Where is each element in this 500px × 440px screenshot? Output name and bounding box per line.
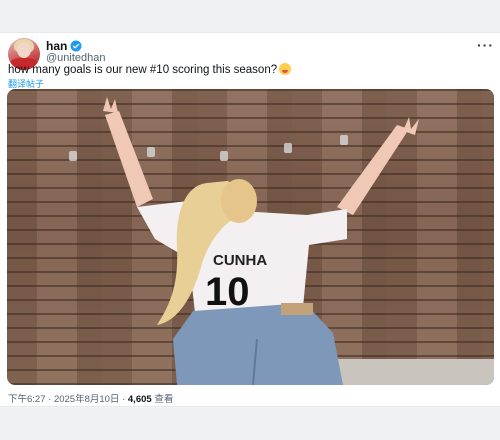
verified-badge-icon xyxy=(70,40,82,52)
tweet-date[interactable]: 2025年8月10日 xyxy=(54,394,119,405)
display-name[interactable]: han xyxy=(46,39,67,53)
bottom-background-strip xyxy=(0,408,500,440)
smiling-face-emoji-icon xyxy=(279,63,292,75)
meta-separator: · xyxy=(122,394,126,405)
views-count: 4,605 xyxy=(127,394,152,405)
shirt-number: 10 xyxy=(205,270,250,314)
meta-separator: · xyxy=(48,394,52,405)
tweet-meta: 下午6:27 · 2025年8月10日 · 4,605 查看 xyxy=(8,391,173,405)
tweet-text: how many goals is our new #10 scoring th… xyxy=(8,64,278,76)
photo-illustration: CUNHA 10 xyxy=(69,97,494,385)
shirt-name: CUNHA xyxy=(213,252,267,269)
views-label: 查看 xyxy=(154,394,174,405)
tweet-photo[interactable]: CUNHA 10 xyxy=(7,89,494,385)
tweet-card[interactable]: han @unitedhan ··· how many goals is our… xyxy=(0,32,500,407)
top-background-strip xyxy=(0,0,500,32)
author-name-row[interactable]: han xyxy=(46,39,82,53)
more-dots-icon[interactable]: ··· xyxy=(477,37,494,53)
tweet-time: 下午6:27 xyxy=(8,394,46,405)
tweet-text-row: how many goals is our new #10 scoring th… xyxy=(8,63,292,76)
